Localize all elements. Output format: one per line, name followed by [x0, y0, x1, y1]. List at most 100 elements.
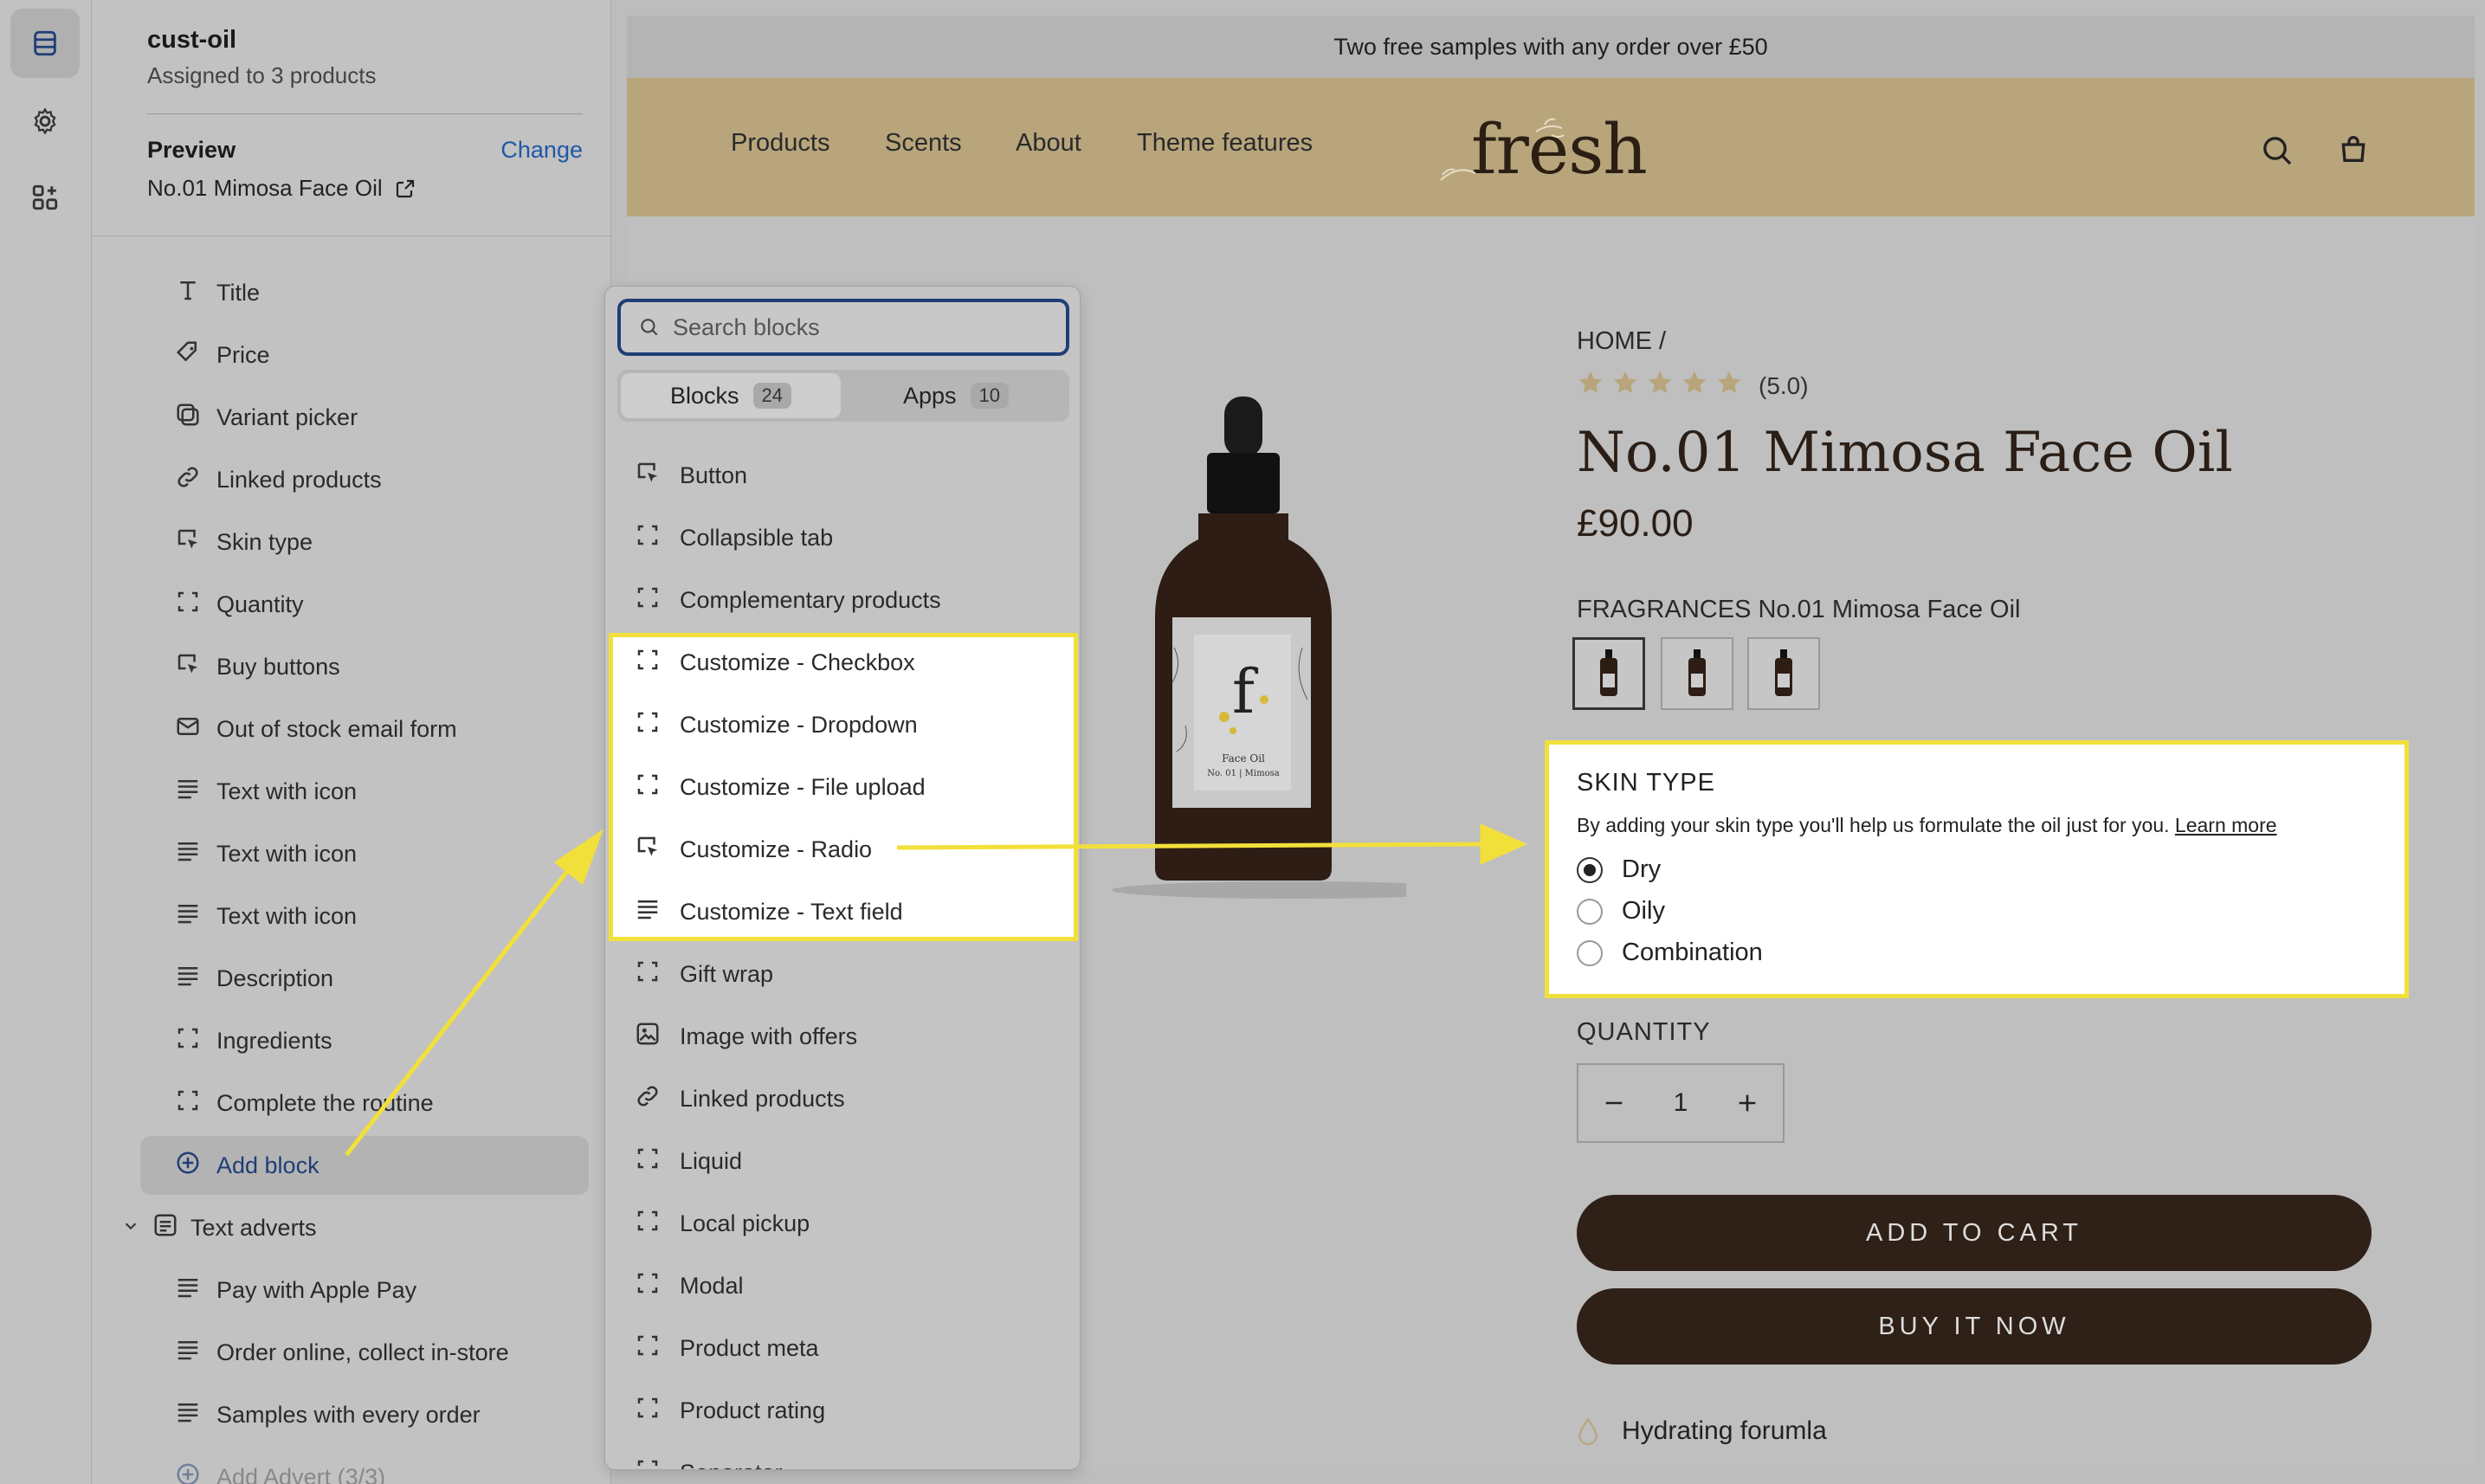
skin-option-oily[interactable]: Oily	[1577, 897, 1665, 926]
plus-icon[interactable]	[1735, 1091, 1759, 1115]
block-icon	[175, 1087, 201, 1119]
tab-apps[interactable]: Apps 10	[846, 373, 1066, 418]
add-block-button[interactable]: Add block	[175, 1141, 320, 1190]
tab-blocks[interactable]: Blocks 24	[621, 373, 841, 418]
sidebar-item-description[interactable]: Description	[175, 954, 333, 1003]
sidebar-item-text-with-icon[interactable]: Text with icon	[175, 829, 357, 878]
add-advert-button[interactable]: Add Advert (3/3)	[175, 1453, 385, 1484]
variant-swatch-1[interactable]	[1572, 637, 1645, 710]
sidebar-item-linked-products[interactable]: Linked products	[175, 455, 382, 504]
block-option-customize-file-upload[interactable]: Customize - File upload	[605, 756, 1080, 818]
block-option-modal[interactable]: Modal	[605, 1255, 1080, 1317]
nav-products[interactable]: Products	[731, 129, 829, 158]
block-option-label: Local pickup	[680, 1210, 810, 1236]
sidebar-item-out-of-stock-email-form[interactable]: Out of stock email form	[175, 705, 457, 753]
block-option-button[interactable]: Button	[605, 444, 1080, 506]
block-option-customize-checkbox[interactable]: Customize - Checkbox	[605, 631, 1080, 694]
sidebar-item-complete-the-routine[interactable]: Complete the routine	[175, 1079, 434, 1127]
gear-icon[interactable]	[10, 87, 80, 156]
sidebar-item-ingredients[interactable]: Ingredients	[175, 1016, 332, 1065]
bottle-label-line1: Face Oil	[1222, 752, 1265, 765]
block-option-customize-dropdown[interactable]: Customize - Dropdown	[605, 694, 1080, 756]
skin-option-dry[interactable]: Dry	[1577, 855, 1661, 884]
sidebar-item-label: Variant picker	[216, 403, 358, 430]
advert-item-samples-with-every-order[interactable]: Samples with every order	[175, 1390, 481, 1439]
block-option-local-pickup[interactable]: Local pickup	[605, 1192, 1080, 1255]
block-option-linked-products[interactable]: Linked products	[605, 1068, 1080, 1130]
nav-about[interactable]: About	[1016, 129, 1081, 158]
search-blocks-input[interactable]	[673, 313, 1036, 341]
quantity-value[interactable]: 1	[1674, 1088, 1688, 1118]
feature-hydrating: Hydrating forumla	[1577, 1416, 1827, 1446]
preview-product-name: No.01 Mimosa Face Oil	[147, 175, 383, 201]
block-option-separator[interactable]: Separator	[605, 1442, 1080, 1470]
preview-product[interactable]: No.01 Mimosa Face Oil	[147, 175, 416, 202]
variant-swatch-2[interactable]	[1661, 637, 1733, 710]
search-icon[interactable]	[2260, 133, 2295, 168]
radio-unselected[interactable]	[1577, 939, 1603, 966]
radio-selected[interactable]	[1577, 856, 1603, 883]
nav-scents[interactable]: Scents	[885, 129, 962, 158]
section-text-adverts[interactable]: Text adverts	[121, 1203, 317, 1252]
chevron-down-icon[interactable]	[121, 1215, 140, 1242]
fragrance-label: FRAGRANCES No.01 Mimosa Face Oil	[1577, 596, 2021, 623]
nav-theme-features[interactable]: Theme features	[1137, 129, 1313, 158]
block-icon	[635, 771, 661, 803]
skin-option-combination[interactable]: Combination	[1577, 939, 1763, 967]
star-icon	[1681, 369, 1708, 403]
block-icon	[635, 958, 661, 990]
sidebar-item-variant-picker[interactable]: Variant picker	[175, 393, 358, 442]
sidebar-item-price[interactable]: Price	[175, 331, 270, 379]
sidebar-item-skin-type[interactable]: Skin type	[175, 518, 313, 566]
text-icon	[175, 1399, 201, 1431]
block-icon	[635, 1145, 661, 1178]
block-option-image-with-offers[interactable]: Image with offers	[605, 1005, 1080, 1068]
cursor-icon	[175, 526, 201, 558]
sections-icon[interactable]	[10, 9, 80, 78]
block-option-label: Separator	[680, 1460, 783, 1470]
radio-unselected[interactable]	[1577, 898, 1603, 925]
advert-item-pay-with-apple-pay[interactable]: Pay with Apple Pay	[175, 1266, 416, 1314]
star-icon	[1577, 369, 1604, 403]
change-preview-link[interactable]: Change	[500, 137, 583, 164]
price-tag-icon	[175, 339, 201, 371]
block-option-liquid[interactable]: Liquid	[605, 1130, 1080, 1192]
plus-circle-icon	[175, 1150, 201, 1182]
block-option-customize-radio[interactable]: Customize - Radio	[605, 818, 1080, 881]
advert-item-label: Order online, collect in-store	[216, 1339, 509, 1365]
sidebar-item-title[interactable]: Title	[175, 268, 260, 317]
block-option-complementary-products[interactable]: Complementary products	[605, 569, 1080, 631]
block-option-product-rating[interactable]: Product rating	[605, 1379, 1080, 1442]
sidebar-item-text-with-icon[interactable]: Text with icon	[175, 892, 357, 940]
sidebar-item-label: Price	[216, 341, 270, 368]
block-icon	[635, 709, 661, 741]
skin-option-label: Combination	[1622, 939, 1763, 966]
sidebar-item-quantity[interactable]: Quantity	[175, 580, 304, 629]
search-blocks-field[interactable]	[617, 299, 1069, 356]
breadcrumb[interactable]: HOME /	[1577, 327, 1666, 356]
variant-swatch-3[interactable]	[1747, 637, 1820, 710]
advert-item-order-online-collect-in-store[interactable]: Order online, collect in-store	[175, 1328, 509, 1377]
apps-icon[interactable]	[10, 163, 80, 232]
sidebar-item-buy-buttons[interactable]: Buy buttons	[175, 642, 340, 691]
buy-it-now-button[interactable]: BUY IT NOW	[1577, 1288, 2372, 1365]
minus-icon[interactable]	[1602, 1091, 1626, 1115]
editor-sidebar: cust-oil Assigned to 3 products Preview …	[92, 0, 611, 1484]
product-price: £90.00	[1577, 502, 1694, 545]
block-option-product-meta[interactable]: Product meta	[605, 1317, 1080, 1379]
image-icon	[635, 1021, 661, 1053]
block-option-customize-text-field[interactable]: Customize - Text field	[605, 881, 1080, 943]
cart-bag-icon[interactable]	[2336, 132, 2371, 166]
product-rating: (5.0)	[1577, 369, 1809, 403]
block-option-label: Gift wrap	[680, 960, 774, 987]
learn-more-link[interactable]: Learn more	[2175, 814, 2277, 836]
icon-rail	[0, 0, 92, 1484]
cursor-icon	[175, 651, 201, 683]
block-icon	[175, 589, 201, 621]
section-label: Text adverts	[190, 1214, 317, 1241]
sidebar-item-text-with-icon[interactable]: Text with icon	[175, 767, 357, 816]
block-option-gift-wrap[interactable]: Gift wrap	[605, 943, 1080, 1005]
add-to-cart-button[interactable]: ADD TO CART	[1577, 1195, 2372, 1271]
template-name: cust-oil	[147, 26, 237, 54]
block-option-collapsible-tab[interactable]: Collapsible tab	[605, 506, 1080, 569]
